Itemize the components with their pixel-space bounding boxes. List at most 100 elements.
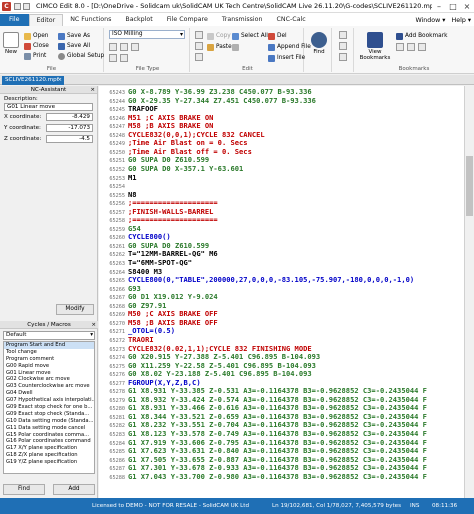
- code-line[interactable]: 65287 G1 X7.301 Y-33.678 Z-0.933 A3=-0.11…: [99, 463, 464, 472]
- clear-bookmarks-icon[interactable]: [418, 43, 426, 51]
- x-coordinate-field[interactable]: -8.429: [46, 113, 93, 121]
- code-line[interactable]: 65255 N8: [99, 190, 464, 199]
- maximize-button[interactable]: □: [446, 0, 460, 13]
- close-window-button[interactable]: ×: [460, 0, 474, 13]
- view-bookmarks-button[interactable]: View Bookmarks: [358, 32, 392, 61]
- cycles-close-icon[interactable]: ×: [91, 321, 96, 329]
- global-setup-button[interactable]: Global Setup: [58, 51, 104, 61]
- cycle-list-item[interactable]: G00 Rapid move: [4, 363, 94, 370]
- cycle-list-item[interactable]: G01 Linear move: [4, 370, 94, 377]
- cycle-list-item[interactable]: G09 Exact stop check for one b...: [4, 404, 94, 411]
- code-line[interactable]: 65246 M51 ;C AXIS BRAKE ON: [99, 113, 464, 122]
- tab-backplot[interactable]: Backplot: [118, 14, 159, 26]
- filetype-setup-icon[interactable]: [109, 43, 117, 51]
- goto-icon[interactable]: [339, 53, 347, 61]
- cycle-list-item[interactable]: G03 Counterclockwise arc move: [4, 383, 94, 390]
- code-line[interactable]: 65275 G0 X11.259 Y-22.58 Z-5.401 C96.895 …: [99, 361, 464, 370]
- save-as-button[interactable]: Save As: [58, 31, 90, 41]
- code-line[interactable]: 65276 G0 X8.02 Y-23.188 Z-5.401 C96.895 B…: [99, 369, 464, 378]
- code-line[interactable]: 65267 G0 D1 X19.012 Y-9.024: [99, 292, 464, 301]
- code-line[interactable]: 65244 G0 X-29.35 Y-27.344 Z7.451 C450.077…: [99, 96, 464, 105]
- cycle-list-item[interactable]: G17 X/Y plane specification: [4, 445, 94, 452]
- code-line[interactable]: 65260 CYCLE800(): [99, 232, 464, 241]
- code-line[interactable]: 65247 M58 ;B AXIS BRAKE ON: [99, 121, 464, 130]
- code-line[interactable]: 65257 ;FINISH-WALLS-BARREL: [99, 207, 464, 216]
- paste-special-button[interactable]: [232, 42, 241, 52]
- cycle-list-item[interactable]: Program Start and End: [4, 342, 94, 349]
- code-line[interactable]: 65284 G1 X7.919 Y-33.606 Z-0.795 A3=-0.11…: [99, 438, 464, 447]
- file-type-select[interactable]: ISO Milling: [109, 30, 185, 39]
- code-line[interactable]: 65249 ;Time Air Blast on = 0. Secs: [99, 138, 464, 147]
- code-line[interactable]: 65254: [99, 181, 464, 190]
- code-line[interactable]: 65279 G1 X8.932 Y-33.424 Z-0.574 A3=-0.11…: [99, 395, 464, 404]
- find-next-icon[interactable]: [339, 31, 347, 39]
- quick-open-icon[interactable]: [23, 2, 30, 10]
- code-line[interactable]: 65264 S8400 M3: [99, 267, 464, 276]
- modify-button[interactable]: Modify: [56, 304, 94, 315]
- help-menu[interactable]: Help ▾: [448, 17, 474, 24]
- code-line[interactable]: 65253 M1: [99, 173, 464, 182]
- cut-icon[interactable]: [195, 53, 203, 61]
- delete-button[interactable]: Del: [268, 31, 287, 41]
- editor-scrollbar[interactable]: [464, 86, 474, 498]
- code-line[interactable]: 65285 G1 X7.623 Y-33.631 Z-0.840 A3=-0.11…: [99, 446, 464, 455]
- cycle-list-item[interactable]: G18 Z/X plane specification: [4, 452, 94, 459]
- code-line[interactable]: 65268 G0 Z97.91: [99, 301, 464, 310]
- tab-file-compare[interactable]: File Compare: [160, 14, 215, 26]
- paste-button[interactable]: Paste: [207, 42, 232, 52]
- cycle-list-item[interactable]: G19 Y/Z plane specification: [4, 459, 94, 466]
- code-line[interactable]: 65258 ;====================: [99, 215, 464, 224]
- copy-button[interactable]: Copy: [207, 31, 231, 41]
- replace-icon[interactable]: [339, 42, 347, 50]
- window-menu[interactable]: Window ▾: [412, 17, 448, 24]
- cycle-list-item[interactable]: G09 Exact stop check (Standa...: [4, 411, 94, 418]
- code-line[interactable]: 65263 T="6MM-SPOT-QG": [99, 258, 464, 267]
- filetype-export-icon[interactable]: [120, 54, 128, 62]
- code-line[interactable]: 65252 G0 SUPA D0 X-357.1 Y-63.601: [99, 164, 464, 173]
- filetype-edit-icon[interactable]: [120, 43, 128, 51]
- code-line[interactable]: 65280 G1 X8.931 Y-33.466 Z-0.616 A3=-0.11…: [99, 403, 464, 412]
- cycle-list-item[interactable]: G07 Hypothetical axis interpolati...: [4, 397, 94, 404]
- code-line[interactable]: 65277 FGROUP(X,Y,Z,B,C): [99, 378, 464, 387]
- code-editor[interactable]: 65243 G0 X-8.789 Y-36.99 Z3.238 C450.077 …: [99, 86, 464, 498]
- cycles-set-select[interactable]: Default: [3, 331, 95, 340]
- code-line[interactable]: 65256 ;====================: [99, 198, 464, 207]
- code-line[interactable]: 65270 M58 ;B AXIS BRAKE OFF: [99, 318, 464, 327]
- close-tab-icon[interactable]: ×: [57, 76, 62, 85]
- code-line[interactable]: 65274 G0 X20.915 Y-27.388 Z-5.401 C96.895…: [99, 352, 464, 361]
- tab-nc-functions[interactable]: NC Functions: [63, 14, 118, 26]
- code-line[interactable]: 65251 G0 SUPA D0 Z610.599: [99, 155, 464, 164]
- cycle-list-item[interactable]: Program comment: [4, 356, 94, 363]
- prev-bookmark-icon[interactable]: [396, 43, 404, 51]
- code-line[interactable]: 65259 G54: [99, 224, 464, 233]
- cycle-add-button[interactable]: Add: [53, 484, 95, 495]
- tab-editor[interactable]: Editor: [28, 14, 64, 26]
- document-tab[interactable]: SCLIVE261120.mpf ×: [2, 76, 64, 85]
- z-coordinate-field[interactable]: -4.5: [46, 135, 93, 143]
- cycle-list-item[interactable]: G11 Data setting mode cancel: [4, 425, 94, 432]
- cycle-find-button[interactable]: Find: [3, 484, 45, 495]
- code-line[interactable]: 65283 G1 X8.123 Y-33.578 Z-0.749 A3=-0.11…: [99, 429, 464, 438]
- y-coordinate-field[interactable]: -17.073: [46, 124, 93, 132]
- code-line[interactable]: 65278 G1 X8.931 Y-33.385 Z-0.531 A3=-0.11…: [99, 386, 464, 395]
- code-line[interactable]: 65250 ;Time Air Blast off = 0. Secs: [99, 147, 464, 156]
- redo-icon[interactable]: [195, 42, 203, 50]
- description-field[interactable]: G01 Linear move: [4, 103, 93, 111]
- cycle-list-item[interactable]: G16 Polar coordinates command: [4, 438, 94, 445]
- code-line[interactable]: 65262 T="12MM-BARREL-QG" M6: [99, 249, 464, 258]
- close-button[interactable]: Close: [24, 41, 49, 51]
- next-bookmark-icon[interactable]: [407, 43, 415, 51]
- quick-save-icon[interactable]: [14, 2, 21, 10]
- code-line[interactable]: 65261 G0 SUPA D0 Z610.599: [99, 241, 464, 250]
- new-button[interactable]: New: [2, 32, 20, 55]
- code-line[interactable]: 65273 CYCLE832(0.02,1,1);CYCLE 832 FINISH…: [99, 344, 464, 353]
- code-line[interactable]: 65271 _OTOL=(0.5): [99, 326, 464, 335]
- code-line[interactable]: 65248 CYCLE832(0,0,1);CYCLE 832 CANCEL: [99, 130, 464, 139]
- nc-assistant-close-icon[interactable]: ×: [90, 86, 95, 94]
- filetype-import-icon[interactable]: [109, 54, 117, 62]
- code-line[interactable]: 65288 G1 X7.043 Y-33.700 Z-0.980 A3=-0.11…: [99, 472, 464, 481]
- code-line[interactable]: 65281 G1 X8.344 Y-33.521 Z-0.659 A3=-0.11…: [99, 412, 464, 421]
- cycle-list-item[interactable]: G10 Data setting mode (Standa...: [4, 418, 94, 425]
- tab-cnc-calc[interactable]: CNC-Calc: [270, 14, 313, 26]
- tab-transmission[interactable]: Transmission: [215, 14, 270, 26]
